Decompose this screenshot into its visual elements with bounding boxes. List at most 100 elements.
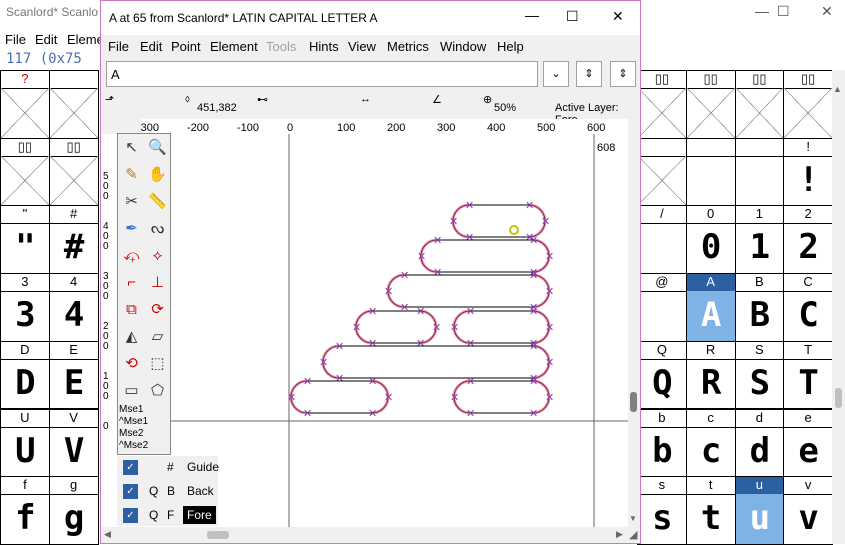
control-point-marker[interactable]: ✕: [368, 338, 377, 350]
control-point-marker[interactable]: ✕: [335, 341, 344, 353]
control-point-marker[interactable]: ✕: [545, 251, 554, 263]
flip-tool-icon[interactable]: ◭: [119, 324, 144, 349]
curve-point-tool-icon[interactable]: ⤽: [119, 243, 144, 268]
ruler-tool-icon[interactable]: 📏: [145, 189, 170, 214]
control-point-marker[interactable]: ✕: [529, 376, 538, 388]
rectangle-tool-icon[interactable]: ▭: [119, 378, 144, 403]
layer-name[interactable]: Guide: [183, 458, 223, 476]
perspective-tool-icon[interactable]: ⬚: [145, 351, 170, 376]
control-point-marker[interactable]: ✕: [529, 235, 538, 247]
scale-tool-icon[interactable]: ⧉: [119, 297, 144, 322]
control-point-marker[interactable]: ✕: [529, 341, 538, 353]
control-point-marker[interactable]: ✕: [529, 270, 538, 282]
glyph-cell[interactable]: [734, 137, 785, 207]
glyph-cell[interactable]: ▯▯: [783, 70, 833, 139]
scroll-right-icon[interactable]: ▶: [616, 529, 623, 540]
glyph-cell[interactable]: ss: [637, 476, 687, 545]
glyph-cell[interactable]: cc: [685, 408, 736, 478]
skew-tool-icon[interactable]: ▱: [145, 324, 170, 349]
menu-element[interactable]: Eleme: [67, 32, 104, 47]
next-glyph-button[interactable]: ⇕: [610, 61, 636, 87]
contour-path[interactable]: [322, 345, 550, 379]
glyph-cell[interactable]: SS: [734, 340, 785, 410]
glyph-cell[interactable]: DD: [0, 340, 50, 410]
layer-visible-checkbox[interactable]: ✓: [123, 484, 138, 499]
glyph-cell[interactable]: 00: [685, 205, 736, 275]
glyph-cell[interactable]: gg: [48, 476, 99, 545]
selected-point[interactable]: [509, 225, 519, 235]
knife-tool-icon[interactable]: ✂: [119, 189, 144, 214]
menu-view[interactable]: View: [348, 39, 376, 54]
control-point-marker[interactable]: ✕: [529, 306, 538, 318]
glyph-cell[interactable]: [637, 137, 687, 207]
glyph-vscroll-thumb[interactable]: [630, 392, 637, 412]
glyph-cell[interactable]: 11: [734, 205, 785, 275]
control-point-marker[interactable]: ✕: [335, 373, 344, 385]
minimize-icon[interactable]: —: [755, 3, 769, 19]
control-point-marker[interactable]: ✕: [303, 408, 312, 420]
scroll-up-icon[interactable]: ▲: [833, 84, 842, 94]
glyph-cell[interactable]: ▯▯: [685, 70, 736, 139]
glyph-name-field[interactable]: A: [106, 61, 538, 87]
menu-help[interactable]: Help: [497, 39, 524, 54]
control-point-marker[interactable]: ✕: [400, 270, 409, 282]
control-point-marker[interactable]: ✕: [416, 338, 425, 350]
glyph-cell[interactable]: 33: [0, 273, 50, 342]
spiro-tool-icon[interactable]: ᔓ: [145, 216, 170, 241]
glyph-cell[interactable]: RR: [685, 340, 736, 410]
pointer-tool-icon[interactable]: ↖: [119, 135, 144, 160]
control-point-marker[interactable]: ✕: [384, 392, 393, 404]
menu-edit[interactable]: Edit: [35, 32, 57, 47]
freehand-tool-icon[interactable]: ✎: [119, 162, 144, 187]
glyph-cell[interactable]: [685, 137, 736, 207]
menu-file[interactable]: File: [108, 39, 129, 54]
corner-point-tool-icon[interactable]: ⌐: [119, 270, 144, 295]
scroll-left-icon[interactable]: ◀: [104, 529, 111, 540]
control-point-marker[interactable]: ✕: [465, 232, 474, 244]
glyph-cell[interactable]: [48, 70, 99, 139]
menu-element[interactable]: Element: [210, 39, 258, 54]
control-point-marker[interactable]: ✕: [529, 408, 538, 420]
control-point-marker[interactable]: ✕: [303, 376, 312, 388]
glyph-cell[interactable]: dd: [734, 408, 785, 478]
menu-hints[interactable]: Hints: [309, 39, 339, 54]
control-point-marker[interactable]: ✕: [545, 322, 554, 334]
glyph-cell[interactable]: AA: [685, 273, 736, 342]
glyph-cell[interactable]: 22: [783, 205, 833, 275]
layer-row-fore[interactable]: ✓ Q F Fore: [121, 504, 217, 526]
scroll-down-icon[interactable]: ▼: [629, 514, 637, 523]
control-point-marker[interactable]: ✕: [449, 216, 458, 228]
close-icon[interactable]: ✕: [612, 8, 624, 25]
control-point-marker[interactable]: ✕: [432, 322, 441, 334]
glyph-cell[interactable]: TT: [783, 340, 833, 410]
maximize-icon[interactable]: ☐: [777, 3, 790, 20]
control-point-marker[interactable]: ✕: [450, 392, 459, 404]
polygon-tool-icon[interactable]: ⬠: [145, 378, 170, 403]
close-icon[interactable]: ✕: [821, 3, 833, 20]
scroll-hand-tool-icon[interactable]: ✋: [145, 162, 170, 187]
menu-file[interactable]: File: [5, 32, 26, 47]
font-view-scrollbar[interactable]: ▲: [832, 70, 845, 544]
menu-point[interactable]: Point: [171, 39, 201, 54]
control-point-marker[interactable]: ✕: [319, 357, 328, 369]
control-point-marker[interactable]: ✕: [545, 357, 554, 369]
glyph-cell[interactable]: ee: [783, 408, 833, 478]
control-point-marker[interactable]: ✕: [352, 322, 361, 334]
glyph-cell[interactable]: ▯▯: [0, 137, 50, 207]
glyph-cell[interactable]: ▯▯: [734, 70, 785, 139]
glyph-cell[interactable]: uu: [734, 476, 785, 545]
control-point-marker[interactable]: ✕: [541, 216, 550, 228]
control-point-marker[interactable]: ✕: [466, 408, 475, 420]
font-view-scroll-thumb[interactable]: [835, 388, 842, 408]
control-point-marker[interactable]: ✕: [466, 376, 475, 388]
glyph-cell[interactable]: ?: [0, 70, 50, 139]
control-point-marker[interactable]: ✕: [545, 392, 554, 404]
control-point-marker[interactable]: ✕: [400, 302, 409, 314]
tangent-point-tool-icon[interactable]: ⊥: [145, 270, 170, 295]
glyph-cell[interactable]: ▯▯: [637, 70, 687, 139]
glyph-hscroll-thumb[interactable]: [207, 531, 229, 539]
control-point-marker[interactable]: ✕: [287, 392, 296, 404]
layer-visible-checkbox[interactable]: ✓: [123, 460, 138, 475]
hvcurve-tool-icon[interactable]: ✒: [119, 216, 144, 241]
glyph-cell[interactable]: tt: [685, 476, 736, 545]
